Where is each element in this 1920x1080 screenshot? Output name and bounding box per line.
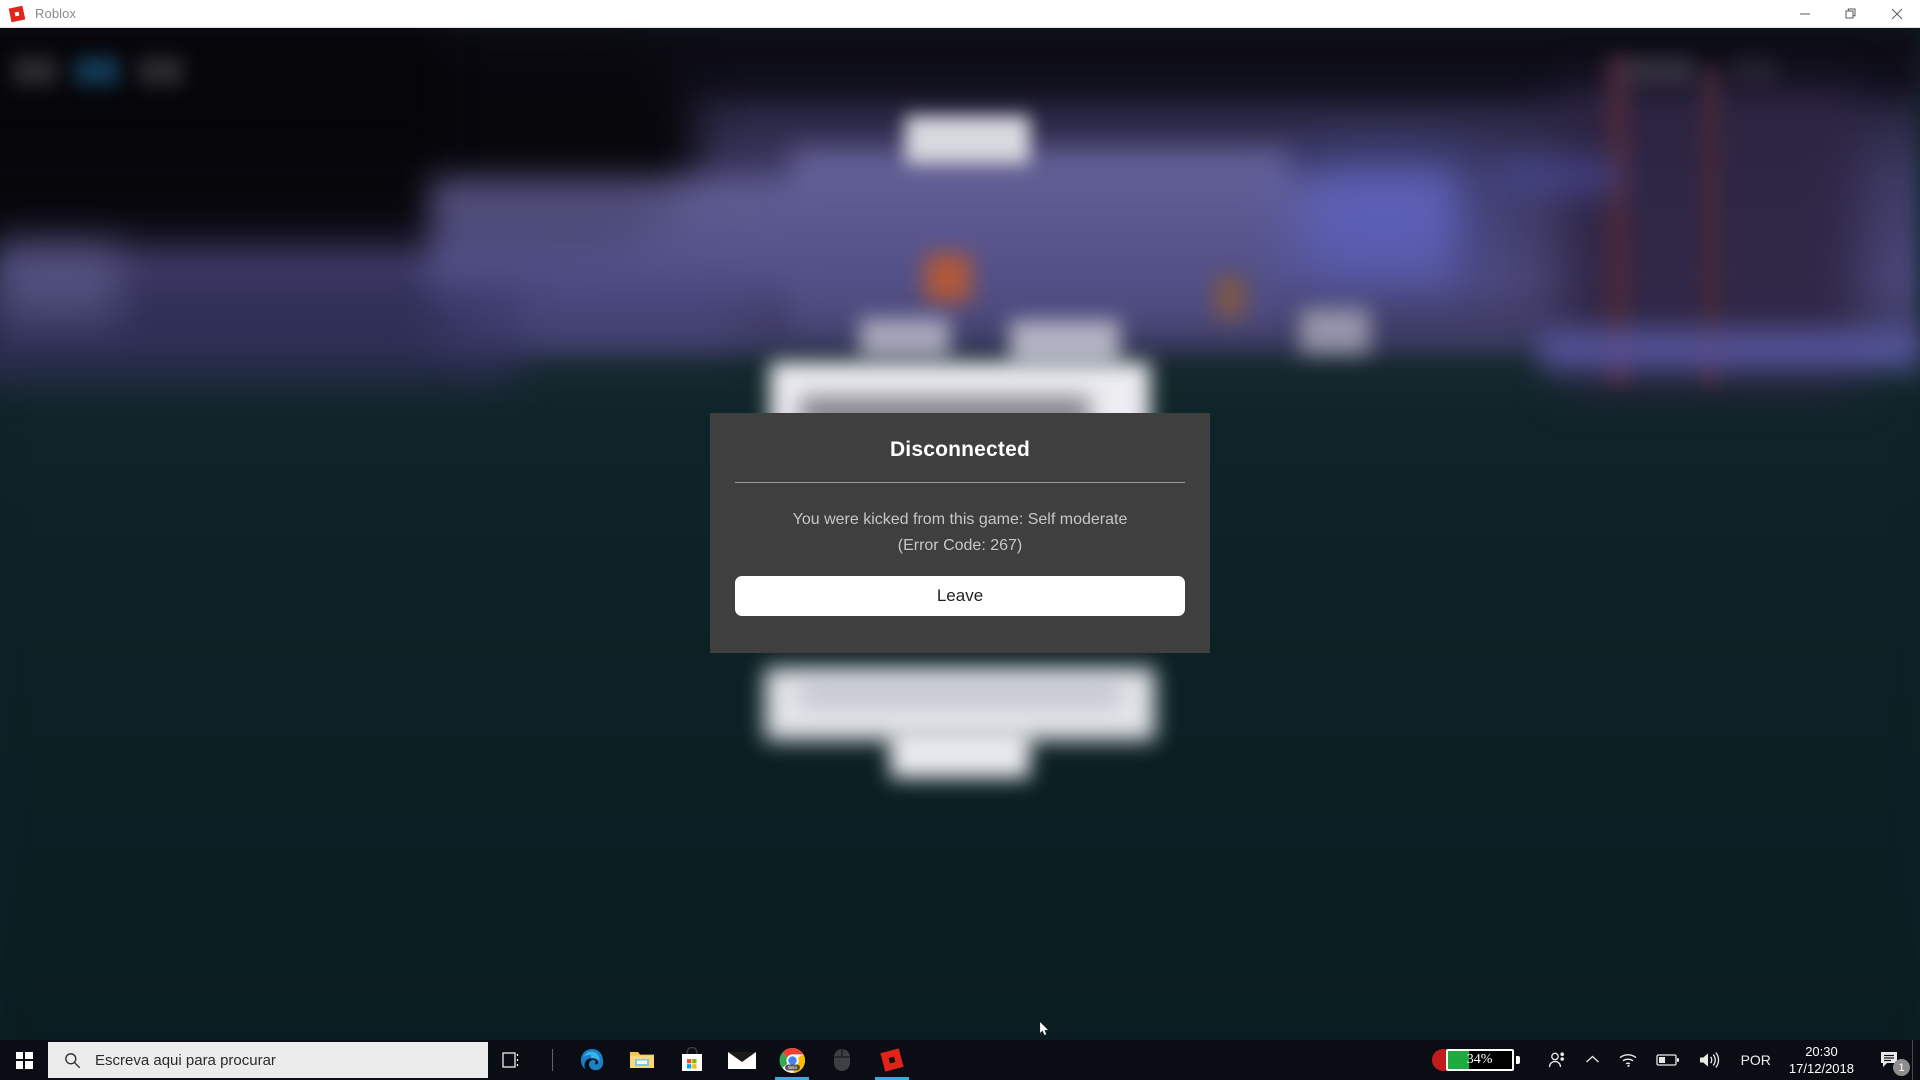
game-topbar-icon-3[interactable] xyxy=(138,56,184,86)
background-purple-glow xyxy=(440,278,740,338)
clock-date: 17/12/2018 xyxy=(1788,1061,1854,1076)
close-icon[interactable] xyxy=(1874,0,1920,28)
mouse-icon[interactable] xyxy=(817,1040,867,1080)
background-panel-middle-text xyxy=(800,683,1120,705)
background-panel-bottom xyxy=(890,728,1030,778)
window-title: Roblox xyxy=(35,6,77,21)
task-view-icon[interactable] xyxy=(488,1040,538,1080)
mouse-cursor xyxy=(1040,1022,1049,1036)
background-sign xyxy=(905,116,1030,164)
chevron-up-icon[interactable] xyxy=(1576,1040,1609,1080)
background-blue-strip xyxy=(1540,328,1920,370)
background-orange-object-2 xyxy=(1215,276,1245,318)
microsoft-store-icon[interactable] xyxy=(667,1040,717,1080)
edge-icon[interactable] xyxy=(567,1040,617,1080)
background-white-box-3 xyxy=(1300,308,1370,354)
background-white-box-1 xyxy=(860,318,950,358)
roblox-logo-icon xyxy=(8,5,26,22)
background-orange-object xyxy=(925,254,971,302)
file-explorer-icon[interactable] xyxy=(617,1040,667,1080)
clock-time: 20:30 xyxy=(1805,1044,1838,1059)
battery-percentage-label: 34% xyxy=(1466,1052,1493,1067)
battery-icon[interactable] xyxy=(1647,1040,1689,1080)
clock[interactable]: 20:30 17/12/2018 xyxy=(1783,1043,1868,1077)
background-blue-glow xyxy=(1300,158,1470,278)
notification-icon[interactable]: 1 xyxy=(1868,1040,1912,1080)
disconnected-dialog: Disconnected You were kicked from this g… xyxy=(710,413,1210,653)
battery-percentage-widget[interactable]: 34% xyxy=(1431,1047,1524,1073)
dialog-message-line-2: (Error Code: 267) xyxy=(897,537,1023,554)
windows-taskbar: Escreva aqui para procurar Beta 34% POR … xyxy=(0,1040,1920,1080)
restore-icon[interactable] xyxy=(1828,0,1874,28)
language-indicator[interactable]: POR xyxy=(1729,1052,1783,1068)
background-left-highlight xyxy=(0,243,120,323)
mail-icon[interactable] xyxy=(717,1040,767,1080)
volume-icon[interactable] xyxy=(1689,1040,1729,1080)
taskbar-separator xyxy=(552,1049,553,1071)
windows-start-icon[interactable] xyxy=(0,1040,48,1080)
leave-button[interactable]: Leave xyxy=(735,576,1185,616)
wifi-icon[interactable] xyxy=(1609,1040,1647,1080)
chrome-icon[interactable]: Beta xyxy=(767,1040,817,1080)
taskbar-pinned-apps: Beta xyxy=(488,1040,917,1080)
game-topbar-icon-2[interactable] xyxy=(74,56,120,86)
notification-badge: 1 xyxy=(1893,1059,1910,1076)
roblox-icon[interactable] xyxy=(867,1040,917,1080)
system-tray: 34% POR 20:30 17/12/2018 1 xyxy=(1431,1040,1920,1080)
game-topbar-icon-1[interactable] xyxy=(12,56,58,86)
game-topbar xyxy=(0,28,1920,90)
dialog-title: Disconnected xyxy=(889,438,1031,461)
battery-cap xyxy=(1515,1056,1520,1064)
background-white-box-2 xyxy=(1010,320,1120,366)
minimize-icon[interactable] xyxy=(1782,0,1828,28)
game-topbar-icon-right-2[interactable] xyxy=(1730,56,1778,86)
game-topbar-icon-right-1[interactable] xyxy=(1625,56,1695,86)
search-placeholder: Escreva aqui para procurar xyxy=(95,1051,276,1069)
window-title-bar: Roblox xyxy=(0,0,1920,28)
dialog-message: You were kicked from this game: Self mod… xyxy=(710,483,1210,559)
svg-text:Beta: Beta xyxy=(788,1065,797,1070)
search-input[interactable]: Escreva aqui para procurar xyxy=(48,1042,488,1078)
dialog-message-line-1: You were kicked from this game: Self mod… xyxy=(792,511,1128,528)
search-icon xyxy=(65,1052,81,1068)
background-blue-strip-2 xyxy=(1500,156,1620,196)
people-icon[interactable] xyxy=(1538,1040,1576,1080)
screen: Roblox Disconnected You were kicked from… xyxy=(0,0,1920,1080)
show-desktop-button[interactable] xyxy=(1912,1040,1920,1080)
